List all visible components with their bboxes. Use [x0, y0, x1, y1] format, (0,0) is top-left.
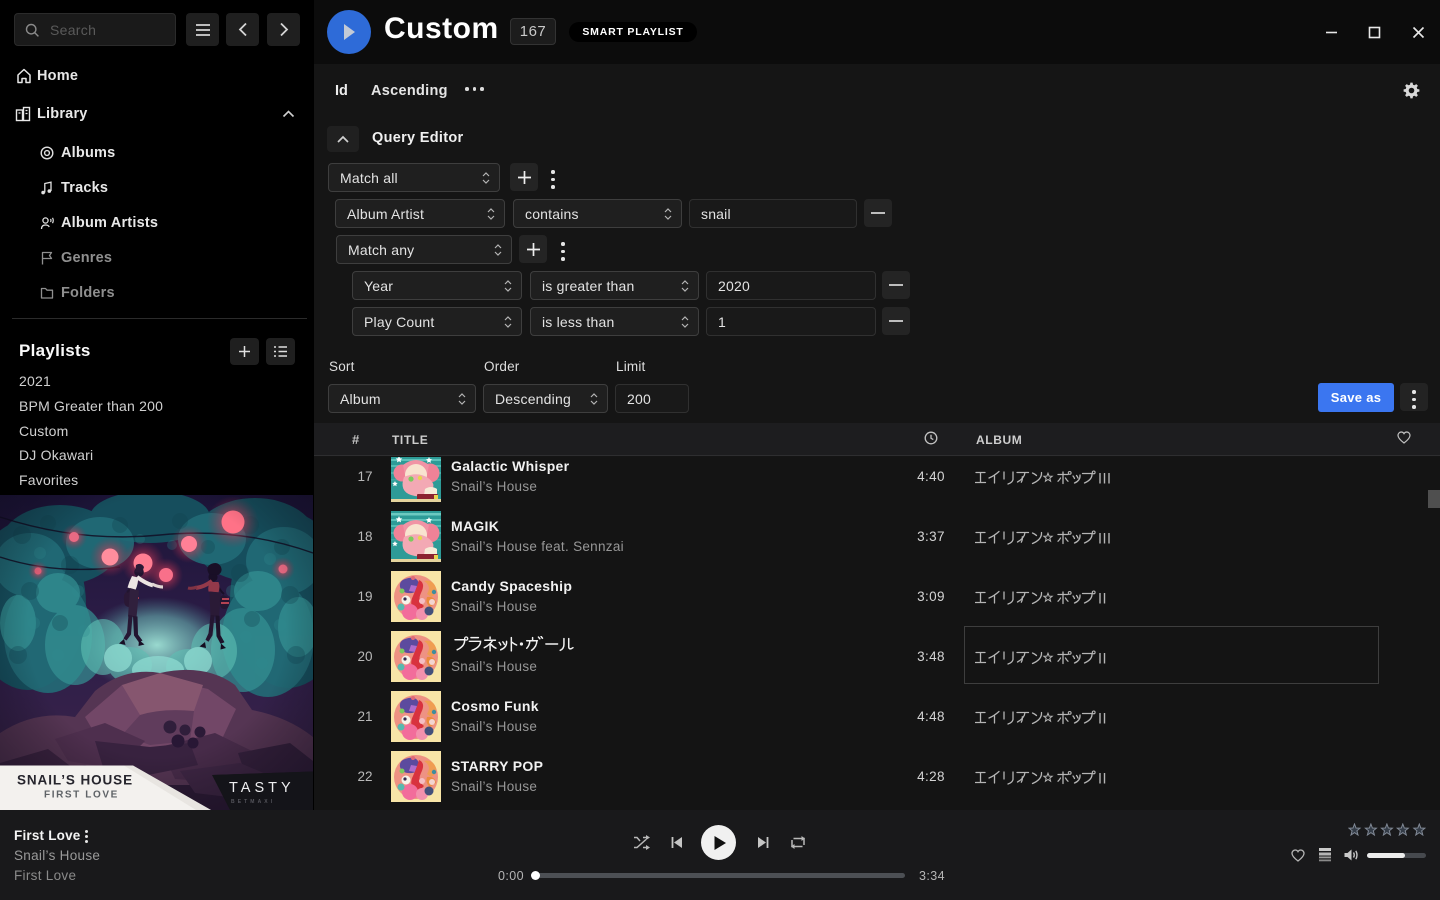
svg-text:FIRST LOVE: FIRST LOVE: [44, 790, 119, 801]
svg-text:BETMAXI: BETMAXI: [231, 799, 275, 805]
svg-text:TASTY: TASTY: [229, 780, 295, 796]
svg-text:SNAIL’S HOUSE: SNAIL’S HOUSE: [17, 773, 133, 788]
